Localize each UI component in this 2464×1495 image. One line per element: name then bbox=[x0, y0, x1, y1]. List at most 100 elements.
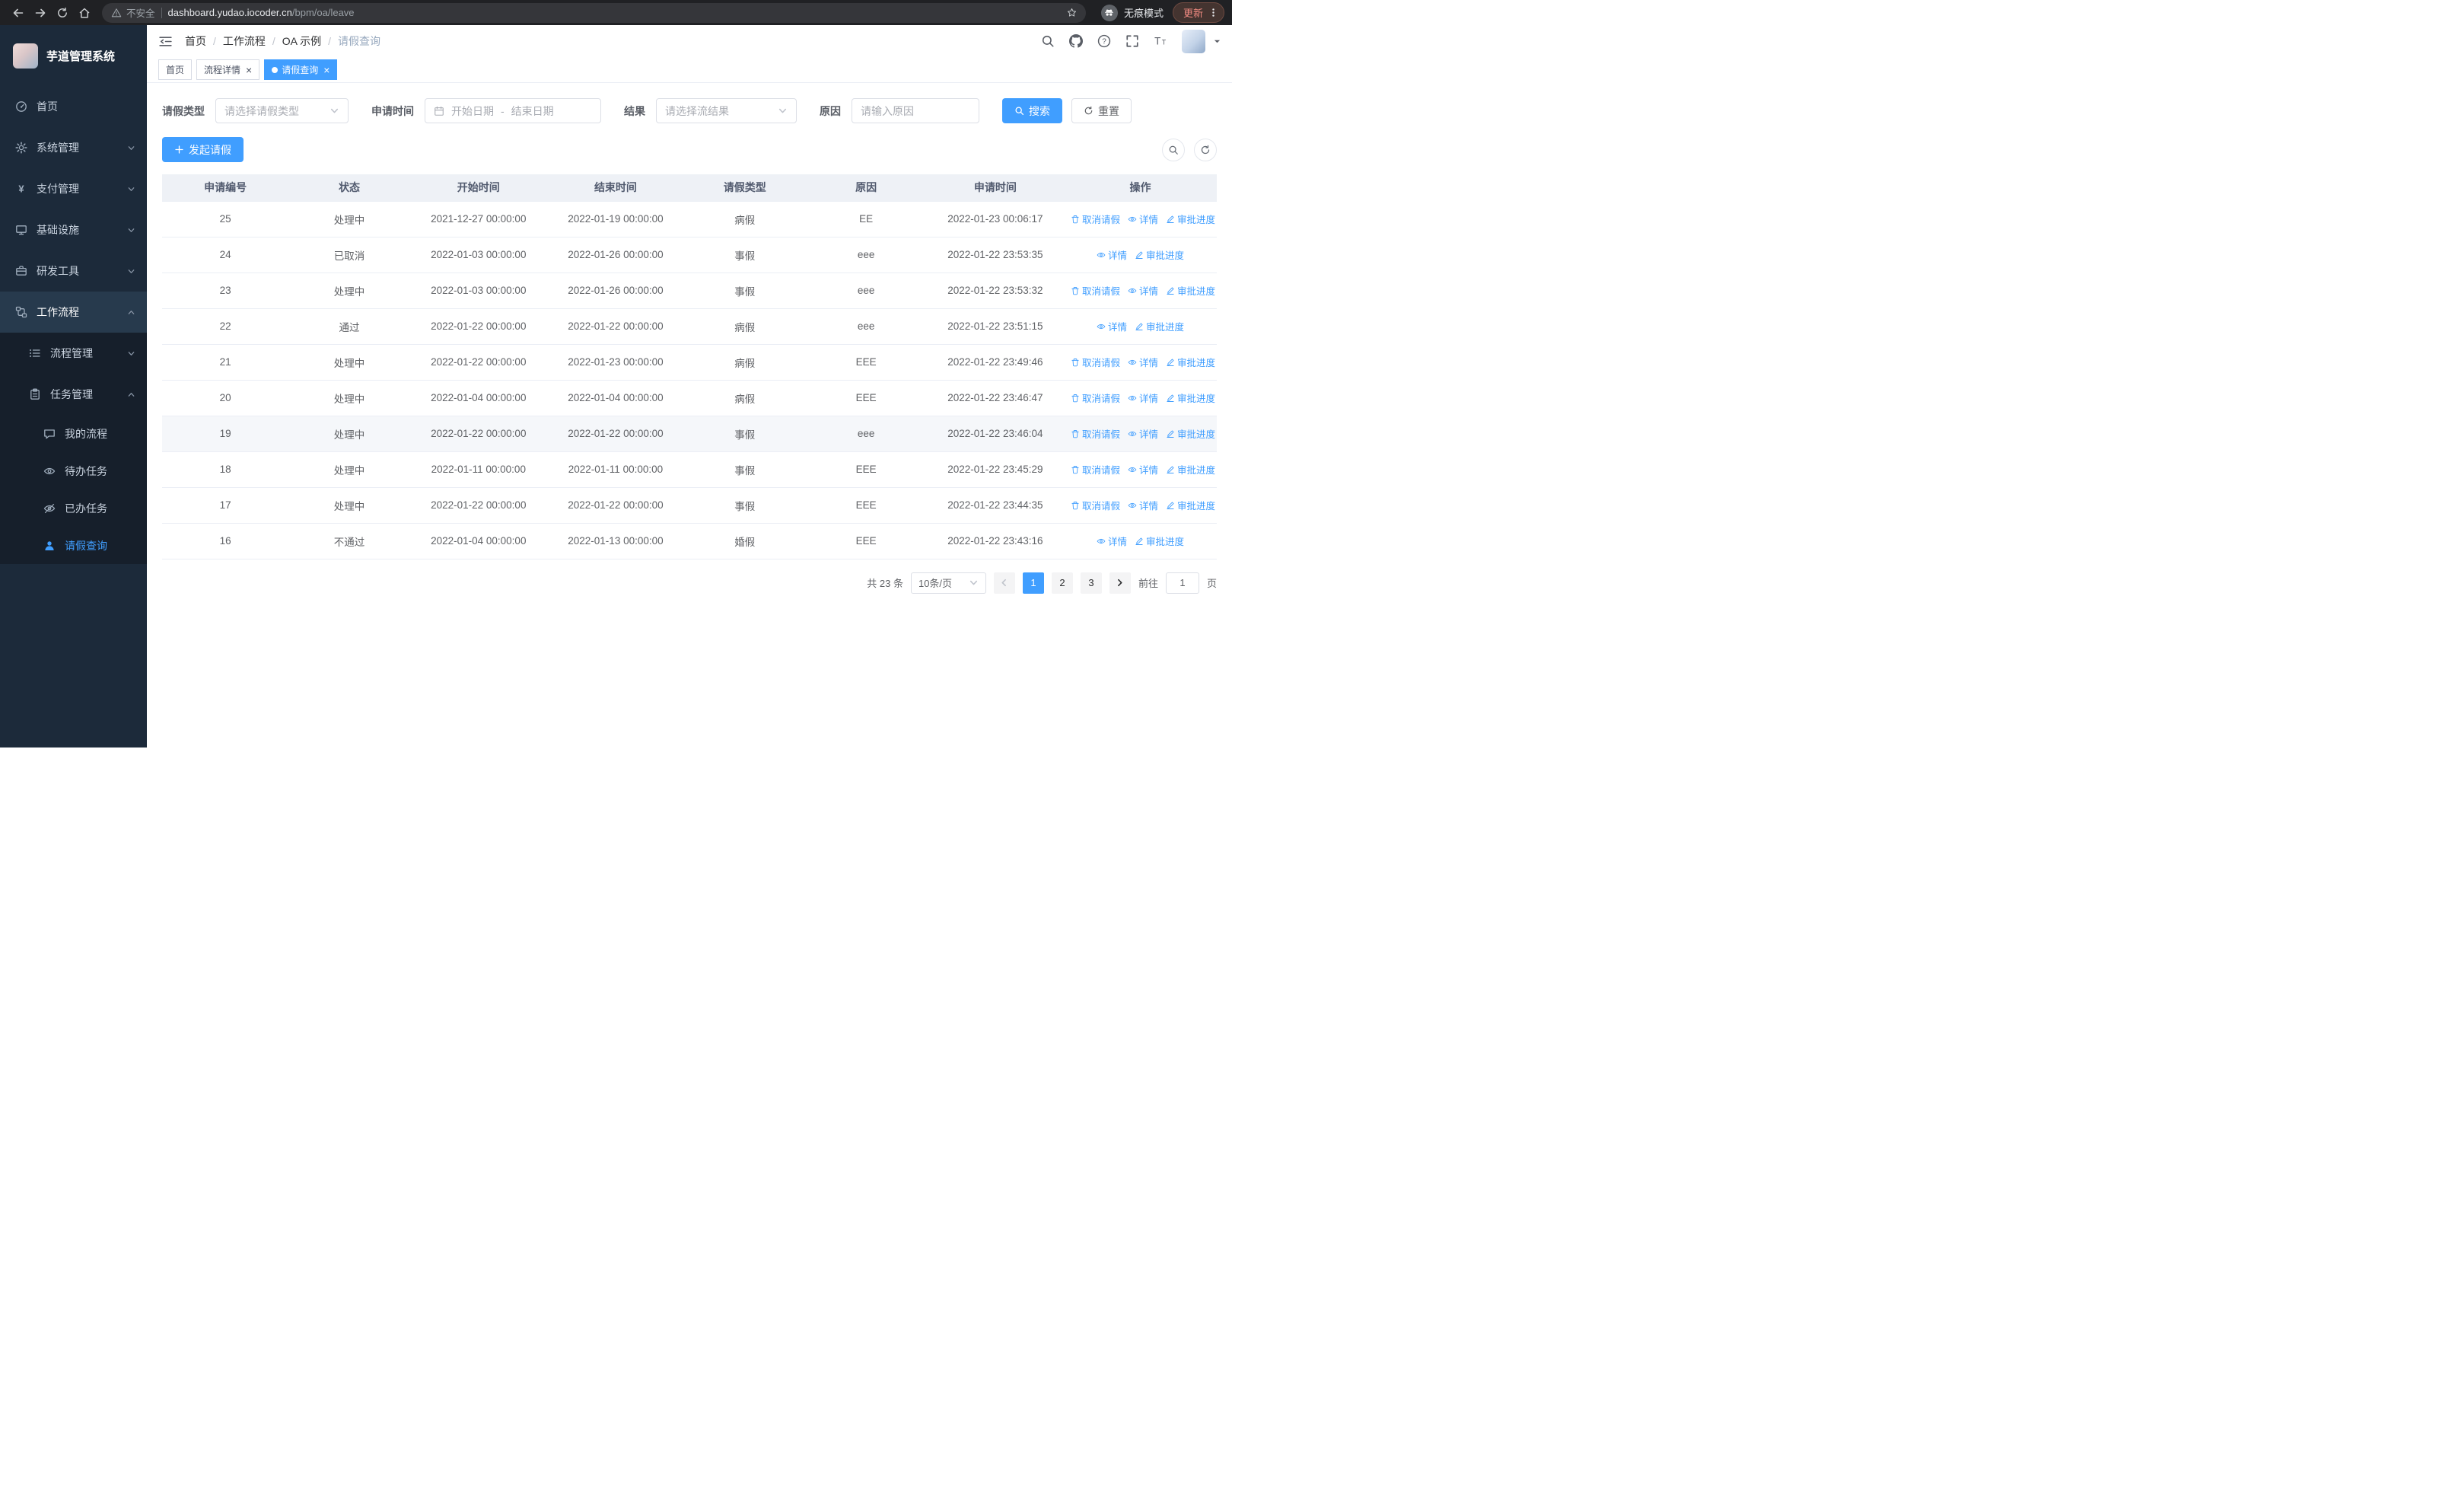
close-icon[interactable]: × bbox=[323, 65, 329, 75]
approval-progress-link[interactable]: 审批进度 bbox=[1166, 390, 1215, 405]
sidebar-item[interactable]: 工作流程 bbox=[0, 292, 147, 333]
fullscreen-icon[interactable] bbox=[1125, 34, 1139, 48]
tab-home[interactable]: 首页 bbox=[158, 59, 193, 80]
approval-progress-link[interactable]: 审批进度 bbox=[1135, 534, 1184, 548]
page-button-1[interactable]: 1 bbox=[1022, 572, 1044, 594]
approval-progress-link[interactable]: 审批进度 bbox=[1135, 319, 1184, 333]
approval-progress-link[interactable]: 审批进度 bbox=[1166, 498, 1215, 512]
browser-menu-icon[interactable] bbox=[1208, 8, 1218, 18]
detail-link[interactable]: 详情 bbox=[1097, 247, 1127, 262]
detail-link[interactable]: 详情 bbox=[1128, 355, 1158, 369]
next-page-button[interactable] bbox=[1109, 572, 1131, 594]
approval-progress-link[interactable]: 审批进度 bbox=[1135, 247, 1184, 262]
leave-type-label: 请假类型 bbox=[162, 104, 205, 117]
sidebar-item[interactable]: 任务管理 bbox=[0, 374, 147, 415]
sidebar-item[interactable]: 待办任务 bbox=[0, 452, 147, 489]
leave-type-select[interactable]: 请选择请假类型 bbox=[215, 98, 349, 123]
browser-back-button[interactable] bbox=[8, 2, 28, 23]
result-select[interactable]: 请选择流结果 bbox=[656, 98, 797, 123]
action-label: 取消请假 bbox=[1081, 465, 1120, 476]
detail-link[interactable]: 详情 bbox=[1097, 534, 1127, 548]
bookmark-star-icon[interactable] bbox=[1067, 8, 1077, 18]
cancel-leave-link[interactable]: 取消请假 bbox=[1071, 283, 1120, 298]
close-icon[interactable]: × bbox=[246, 65, 252, 75]
user-avatar[interactable] bbox=[1182, 29, 1205, 53]
trash-icon bbox=[1071, 429, 1080, 438]
table-row[interactable]: 21 处理中 2022-01-22 00:00:00 2022-01-23 00:00… bbox=[162, 344, 1217, 381]
page-size-select[interactable]: 10条/页 bbox=[910, 572, 986, 594]
toggle-search-icon[interactable] bbox=[1162, 138, 1185, 161]
detail-link[interactable]: 详情 bbox=[1128, 283, 1158, 298]
sidebar-item[interactable]: 请假查询 bbox=[0, 527, 147, 564]
cancel-leave-link[interactable]: 取消请假 bbox=[1071, 212, 1120, 226]
browser-reload-button[interactable] bbox=[52, 2, 72, 23]
cancel-leave-link[interactable]: 取消请假 bbox=[1071, 462, 1120, 477]
help-icon[interactable]: ? bbox=[1097, 34, 1111, 48]
sidebar-item[interactable]: 基础设施 bbox=[0, 209, 147, 250]
clipboard-icon bbox=[28, 388, 42, 400]
sidebar-item[interactable]: ¥ 支付管理 bbox=[0, 168, 147, 209]
table-row[interactable]: 17 处理中 2022-01-22 00:00:00 2022-01-22 00:00… bbox=[162, 487, 1217, 524]
search-button[interactable]: 搜索 bbox=[1002, 98, 1062, 123]
breadcrumb-item[interactable]: 工作流程 bbox=[223, 33, 266, 49]
table-row[interactable]: 16 不通过 2022-01-04 00:00:00 2022-01-13 00:00… bbox=[162, 523, 1217, 559]
approval-progress-link[interactable]: 审批进度 bbox=[1166, 462, 1215, 477]
action-label: 详情 bbox=[1138, 358, 1158, 368]
table-row[interactable]: 24 已取消 2022-01-03 00:00:00 2022-01-26 00:00… bbox=[162, 237, 1217, 273]
table-row[interactable]: 22 通过 2022-01-22 00:00:00 2022-01-22 00:00:… bbox=[162, 308, 1217, 345]
approval-progress-link[interactable]: 审批进度 bbox=[1166, 355, 1215, 369]
detail-link[interactable]: 详情 bbox=[1128, 462, 1158, 477]
security-indicator[interactable]: 不安全 bbox=[111, 5, 155, 20]
browser-home-button[interactable] bbox=[74, 2, 94, 23]
menu-fold-icon[interactable] bbox=[158, 34, 173, 49]
page-button-2[interactable]: 2 bbox=[1051, 572, 1073, 594]
github-icon[interactable] bbox=[1069, 34, 1083, 48]
detail-link[interactable]: 详情 bbox=[1128, 498, 1158, 512]
tab-leave-query[interactable]: 请假查询 × bbox=[264, 59, 338, 80]
browser-update-button[interactable]: 更新 bbox=[1172, 2, 1224, 23]
sidebar-item[interactable]: 已办任务 bbox=[0, 489, 147, 527]
approval-progress-link[interactable]: 审批进度 bbox=[1166, 426, 1215, 441]
home-icon bbox=[78, 7, 91, 19]
address-bar[interactable]: 不安全 dashboard.yudao.iocoder.cn/bpm/oa/le… bbox=[102, 2, 1086, 23]
browser-forward-button[interactable] bbox=[30, 2, 50, 23]
refresh-table-icon[interactable] bbox=[1194, 138, 1217, 161]
detail-link[interactable]: 详情 bbox=[1128, 426, 1158, 441]
caret-down-icon[interactable] bbox=[1214, 38, 1221, 45]
create-leave-button[interactable]: 发起请假 bbox=[162, 137, 244, 162]
cancel-leave-link[interactable]: 取消请假 bbox=[1071, 498, 1120, 512]
sidebar-item[interactable]: 首页 bbox=[0, 86, 147, 127]
cancel-leave-link[interactable]: 取消请假 bbox=[1071, 355, 1120, 369]
table-row[interactable]: 25 处理中 2021-12-27 00:00:00 2022-01-19 00:00… bbox=[162, 201, 1217, 237]
reason-input[interactable] bbox=[852, 98, 979, 123]
table-row[interactable]: 20 处理中 2022-01-04 00:00:00 2022-01-04 00:00… bbox=[162, 380, 1217, 416]
sidebar-item[interactable]: 流程管理 bbox=[0, 333, 147, 374]
search-icon[interactable] bbox=[1041, 34, 1055, 48]
page-button-3[interactable]: 3 bbox=[1080, 572, 1102, 594]
detail-link[interactable]: 详情 bbox=[1128, 212, 1158, 226]
tab-process-detail[interactable]: 流程详情 × bbox=[196, 59, 260, 80]
cancel-leave-link[interactable]: 取消请假 bbox=[1071, 426, 1120, 441]
sidebar-item[interactable]: 研发工具 bbox=[0, 250, 147, 292]
detail-link[interactable]: 详情 bbox=[1128, 390, 1158, 405]
approval-progress-link[interactable]: 审批进度 bbox=[1166, 283, 1215, 298]
table-row[interactable]: 23 处理中 2022-01-03 00:00:00 2022-01-26 00:00… bbox=[162, 273, 1217, 309]
breadcrumb-item[interactable]: 首页 bbox=[185, 33, 206, 49]
apply-time-range-picker[interactable]: 开始日期 - 结束日期 bbox=[425, 98, 601, 123]
detail-link[interactable]: 详情 bbox=[1097, 319, 1127, 333]
cancel-leave-link[interactable]: 取消请假 bbox=[1071, 390, 1120, 405]
sidebar-item[interactable]: 我的流程 bbox=[0, 415, 147, 452]
font-size-icon[interactable]: TT bbox=[1154, 34, 1167, 48]
app-logo[interactable]: 芋道管理系统 bbox=[0, 25, 147, 86]
sidebar-item[interactable]: 系统管理 bbox=[0, 127, 147, 168]
reset-button[interactable]: 重置 bbox=[1071, 98, 1132, 123]
cell-actions: 取消请假 详情 审批进度 bbox=[1063, 451, 1217, 488]
cell-leave-type: 事假 bbox=[684, 487, 806, 524]
breadcrumb-item[interactable]: OA 示例 bbox=[282, 33, 321, 49]
approval-progress-link[interactable]: 审批进度 bbox=[1166, 212, 1215, 226]
edit-icon bbox=[1166, 215, 1175, 224]
goto-page-input[interactable] bbox=[1165, 572, 1199, 594]
prev-page-button[interactable] bbox=[993, 572, 1015, 594]
table-row[interactable]: 19 处理中 2022-01-22 00:00:00 2022-01-22 00:00… bbox=[162, 416, 1217, 452]
table-row[interactable]: 18 处理中 2022-01-11 00:00:00 2022-01-11 00:00… bbox=[162, 451, 1217, 488]
